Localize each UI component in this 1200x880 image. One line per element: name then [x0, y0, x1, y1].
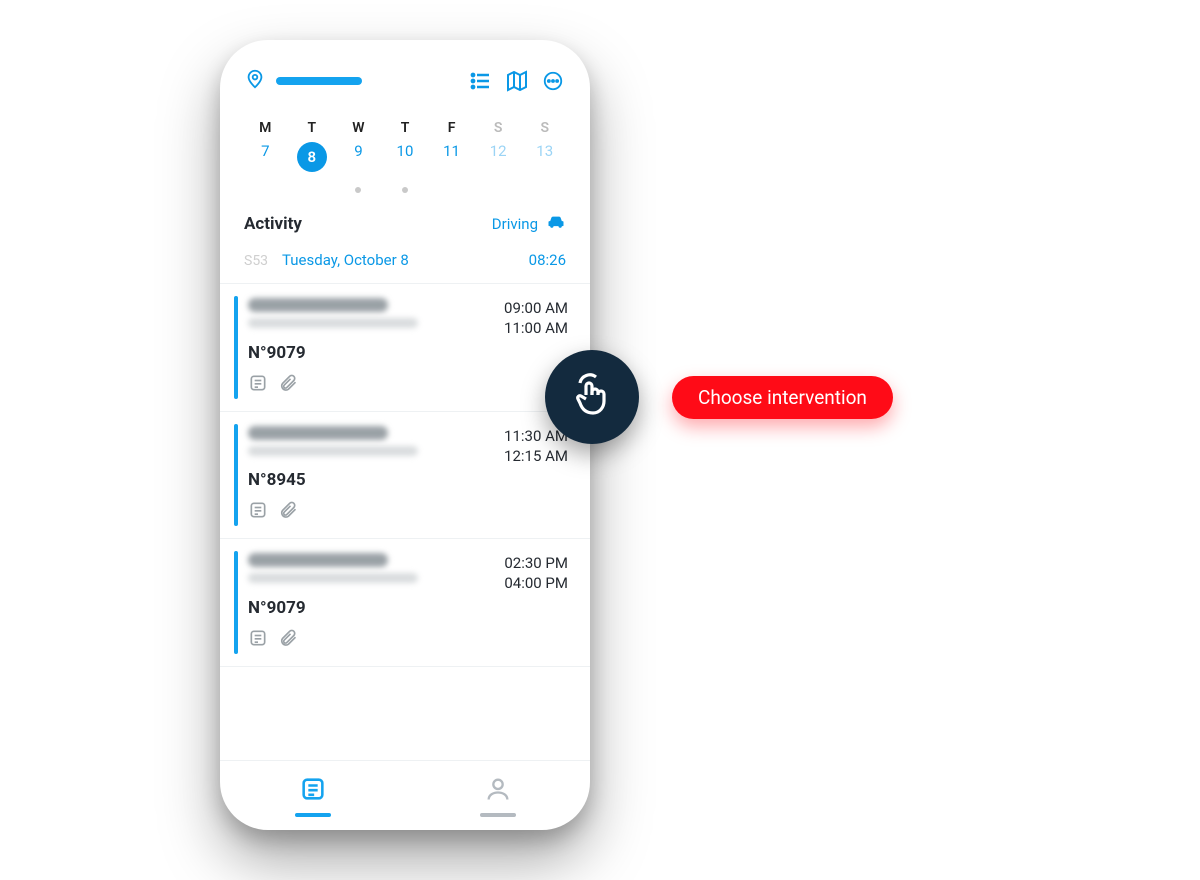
note-icon[interactable]: [248, 500, 268, 524]
weekday-label: W: [335, 114, 382, 138]
start-time: 09:00 AM: [504, 298, 568, 318]
map-view-icon[interactable]: [504, 68, 530, 94]
tap-gesture-badge: [545, 350, 639, 444]
end-time: 11:00 AM: [504, 318, 568, 338]
attachment-icon[interactable]: [278, 628, 298, 652]
list-view-icon[interactable]: [468, 68, 494, 94]
end-time: 12:15 AM: [504, 446, 568, 466]
note-icon[interactable]: [248, 373, 268, 397]
day-cell[interactable]: 13: [521, 138, 568, 176]
intervention-card[interactable]: 02:30 PM 04:00 PM N°9079: [220, 539, 590, 667]
attachment-icon[interactable]: [278, 373, 298, 397]
weekday-label: S: [521, 114, 568, 138]
intervention-list: 09:00 AM 11:00 AM N°9079: [220, 284, 590, 760]
top-bar: [220, 40, 590, 108]
start-time: 02:30 PM: [504, 553, 568, 573]
bottom-nav: [220, 760, 590, 830]
blurred-title: [248, 298, 388, 312]
weekday-label: T: [289, 114, 336, 138]
phone-frame: M T W T F S S 7 8 9 10 11 12 13 Act: [220, 40, 590, 830]
day-cell[interactable]: 7: [242, 138, 289, 176]
car-icon: [546, 212, 566, 236]
tab-profile[interactable]: [480, 775, 516, 817]
intervention-ref: N°8945: [248, 470, 568, 490]
weekday-label: S: [475, 114, 522, 138]
activity-status-text: Driving: [492, 215, 538, 233]
weekday-label: F: [428, 114, 475, 138]
intervention-card[interactable]: 09:00 AM 11:00 AM N°9079: [220, 284, 590, 412]
tab-activity[interactable]: [295, 775, 331, 817]
week-number: S53: [244, 253, 268, 269]
intervention-ref: N°9079: [248, 598, 568, 618]
activity-title: Activity: [244, 214, 302, 234]
location-pin-icon[interactable]: [244, 68, 266, 94]
weekday-label: M: [242, 114, 289, 138]
attachment-icon[interactable]: [278, 500, 298, 524]
activity-header: Activity Driving: [220, 194, 590, 242]
end-time: 04:00 PM: [504, 573, 568, 593]
day-cell[interactable]: 10: [382, 138, 429, 176]
intervention-card[interactable]: 11:30 AM 12:15 AM N°8945: [220, 412, 590, 540]
activity-status[interactable]: Driving: [492, 212, 566, 236]
list-icon: [299, 775, 327, 807]
callout-label: Choose intervention: [698, 386, 867, 409]
blurred-title: [248, 426, 388, 440]
day-cell[interactable]: 11: [428, 138, 475, 176]
blurred-title: [248, 553, 388, 567]
day-cell-selected[interactable]: 8: [289, 138, 336, 176]
weekday-label: T: [382, 114, 429, 138]
blurred-address: [248, 446, 418, 456]
profile-icon: [484, 775, 512, 807]
blurred-address: [248, 573, 418, 583]
callout-choose-intervention: Choose intervention: [672, 376, 893, 419]
location-title-bar: [276, 77, 362, 85]
day-indicator-dot: [335, 178, 382, 188]
day-cell[interactable]: 9: [335, 138, 382, 176]
day-indicator-dot: [382, 178, 429, 188]
day-cell[interactable]: 12: [475, 138, 522, 176]
intervention-ref: N°9079: [248, 343, 568, 363]
note-icon[interactable]: [248, 628, 268, 652]
week-selector: M T W T F S S 7 8 9 10 11 12 13: [220, 108, 590, 194]
current-time: 08:26: [529, 251, 566, 269]
blurred-address: [248, 318, 418, 328]
date-text: Tuesday, October 8: [282, 251, 409, 269]
more-options-icon[interactable]: [540, 68, 566, 94]
date-row: S53 Tuesday, October 8 08:26: [220, 242, 590, 284]
